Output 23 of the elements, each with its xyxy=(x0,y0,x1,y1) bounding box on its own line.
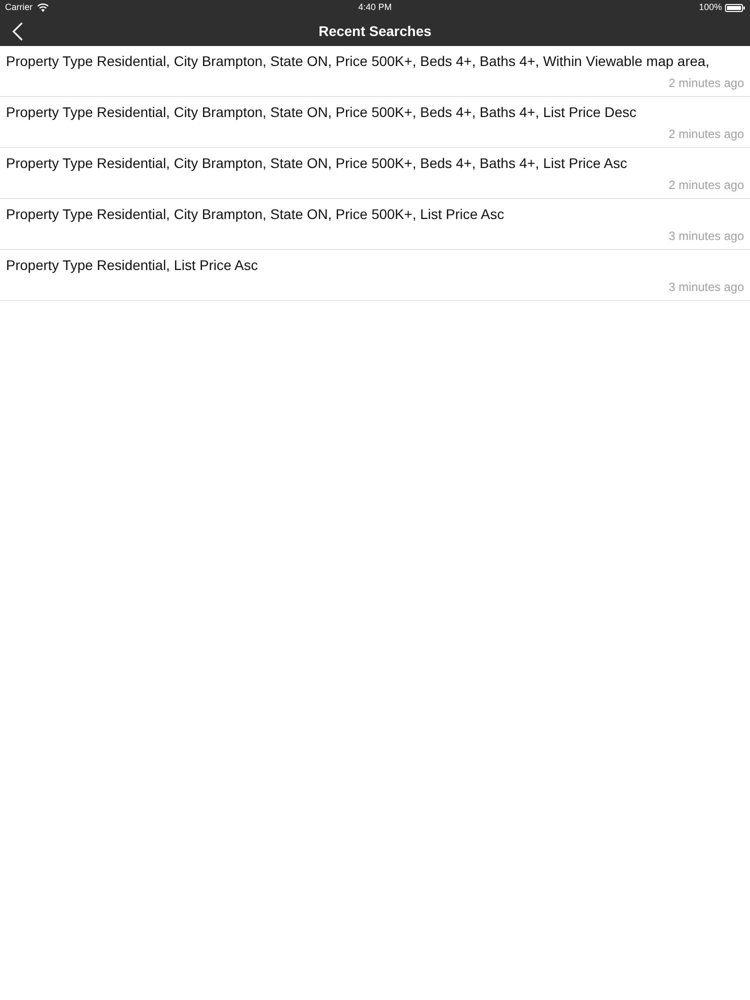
back-chevron-icon xyxy=(12,22,22,40)
wifi-icon xyxy=(36,3,49,12)
search-time: 2 minutes ago xyxy=(668,178,744,192)
search-time: 2 minutes ago xyxy=(668,127,744,141)
battery-icon xyxy=(725,4,745,12)
battery-percent: 100% xyxy=(698,3,722,12)
search-row[interactable]: Property Type Residential, City Brampton, State ON, Price 500K+, List Price Asc 3 minutes ago xyxy=(0,199,750,250)
search-time: 3 minutes ago xyxy=(668,280,744,294)
search-row[interactable]: Property Type Residential, City Brampton, State ON, Price 500K+, Beds 4+, Baths 4+, List Price Asc 2 minutes ago xyxy=(0,148,750,199)
back-button[interactable] xyxy=(10,21,24,41)
search-time: 3 minutes ago xyxy=(668,229,744,243)
search-row[interactable]: Property Type Residential, City Brampton, State ON, Price 500K+, Beds 4+, Baths 4+, Within Viewable map area, 2 minutes ago xyxy=(0,46,750,97)
screen-title: Recent Searches xyxy=(318,24,432,38)
search-query: Property Type Residential, City Brampton, State ON, Price 500K+, List Price Asc xyxy=(6,206,504,222)
clock-label: 4:40 PM xyxy=(358,3,392,12)
search-query: Property Type Residential, City Brampton, State ON, Price 500K+, Beds 4+, Baths 4+, List Price Asc xyxy=(6,155,628,171)
search-query: Property Type Residential, City Brampton, State ON, Price 500K+, Beds 4+, Baths 4+, Within Viewable map area, xyxy=(6,53,710,69)
search-query: Property Type Residential, City Brampton, State ON, Price 500K+, Beds 4+, Baths 4+, List Price Desc xyxy=(6,104,636,120)
search-time: 2 minutes ago xyxy=(668,76,744,90)
carrier-label: Carrier xyxy=(5,3,33,12)
search-row[interactable]: Property Type Residential, List Price Asc 3 minutes ago xyxy=(0,250,750,301)
search-query: Property Type Residential, List Price Asc xyxy=(6,257,258,273)
search-row[interactable]: Property Type Residential, City Brampton, State ON, Price 500K+, Beds 4+, Baths 4+, List Price Desc 2 minutes ago xyxy=(0,97,750,148)
